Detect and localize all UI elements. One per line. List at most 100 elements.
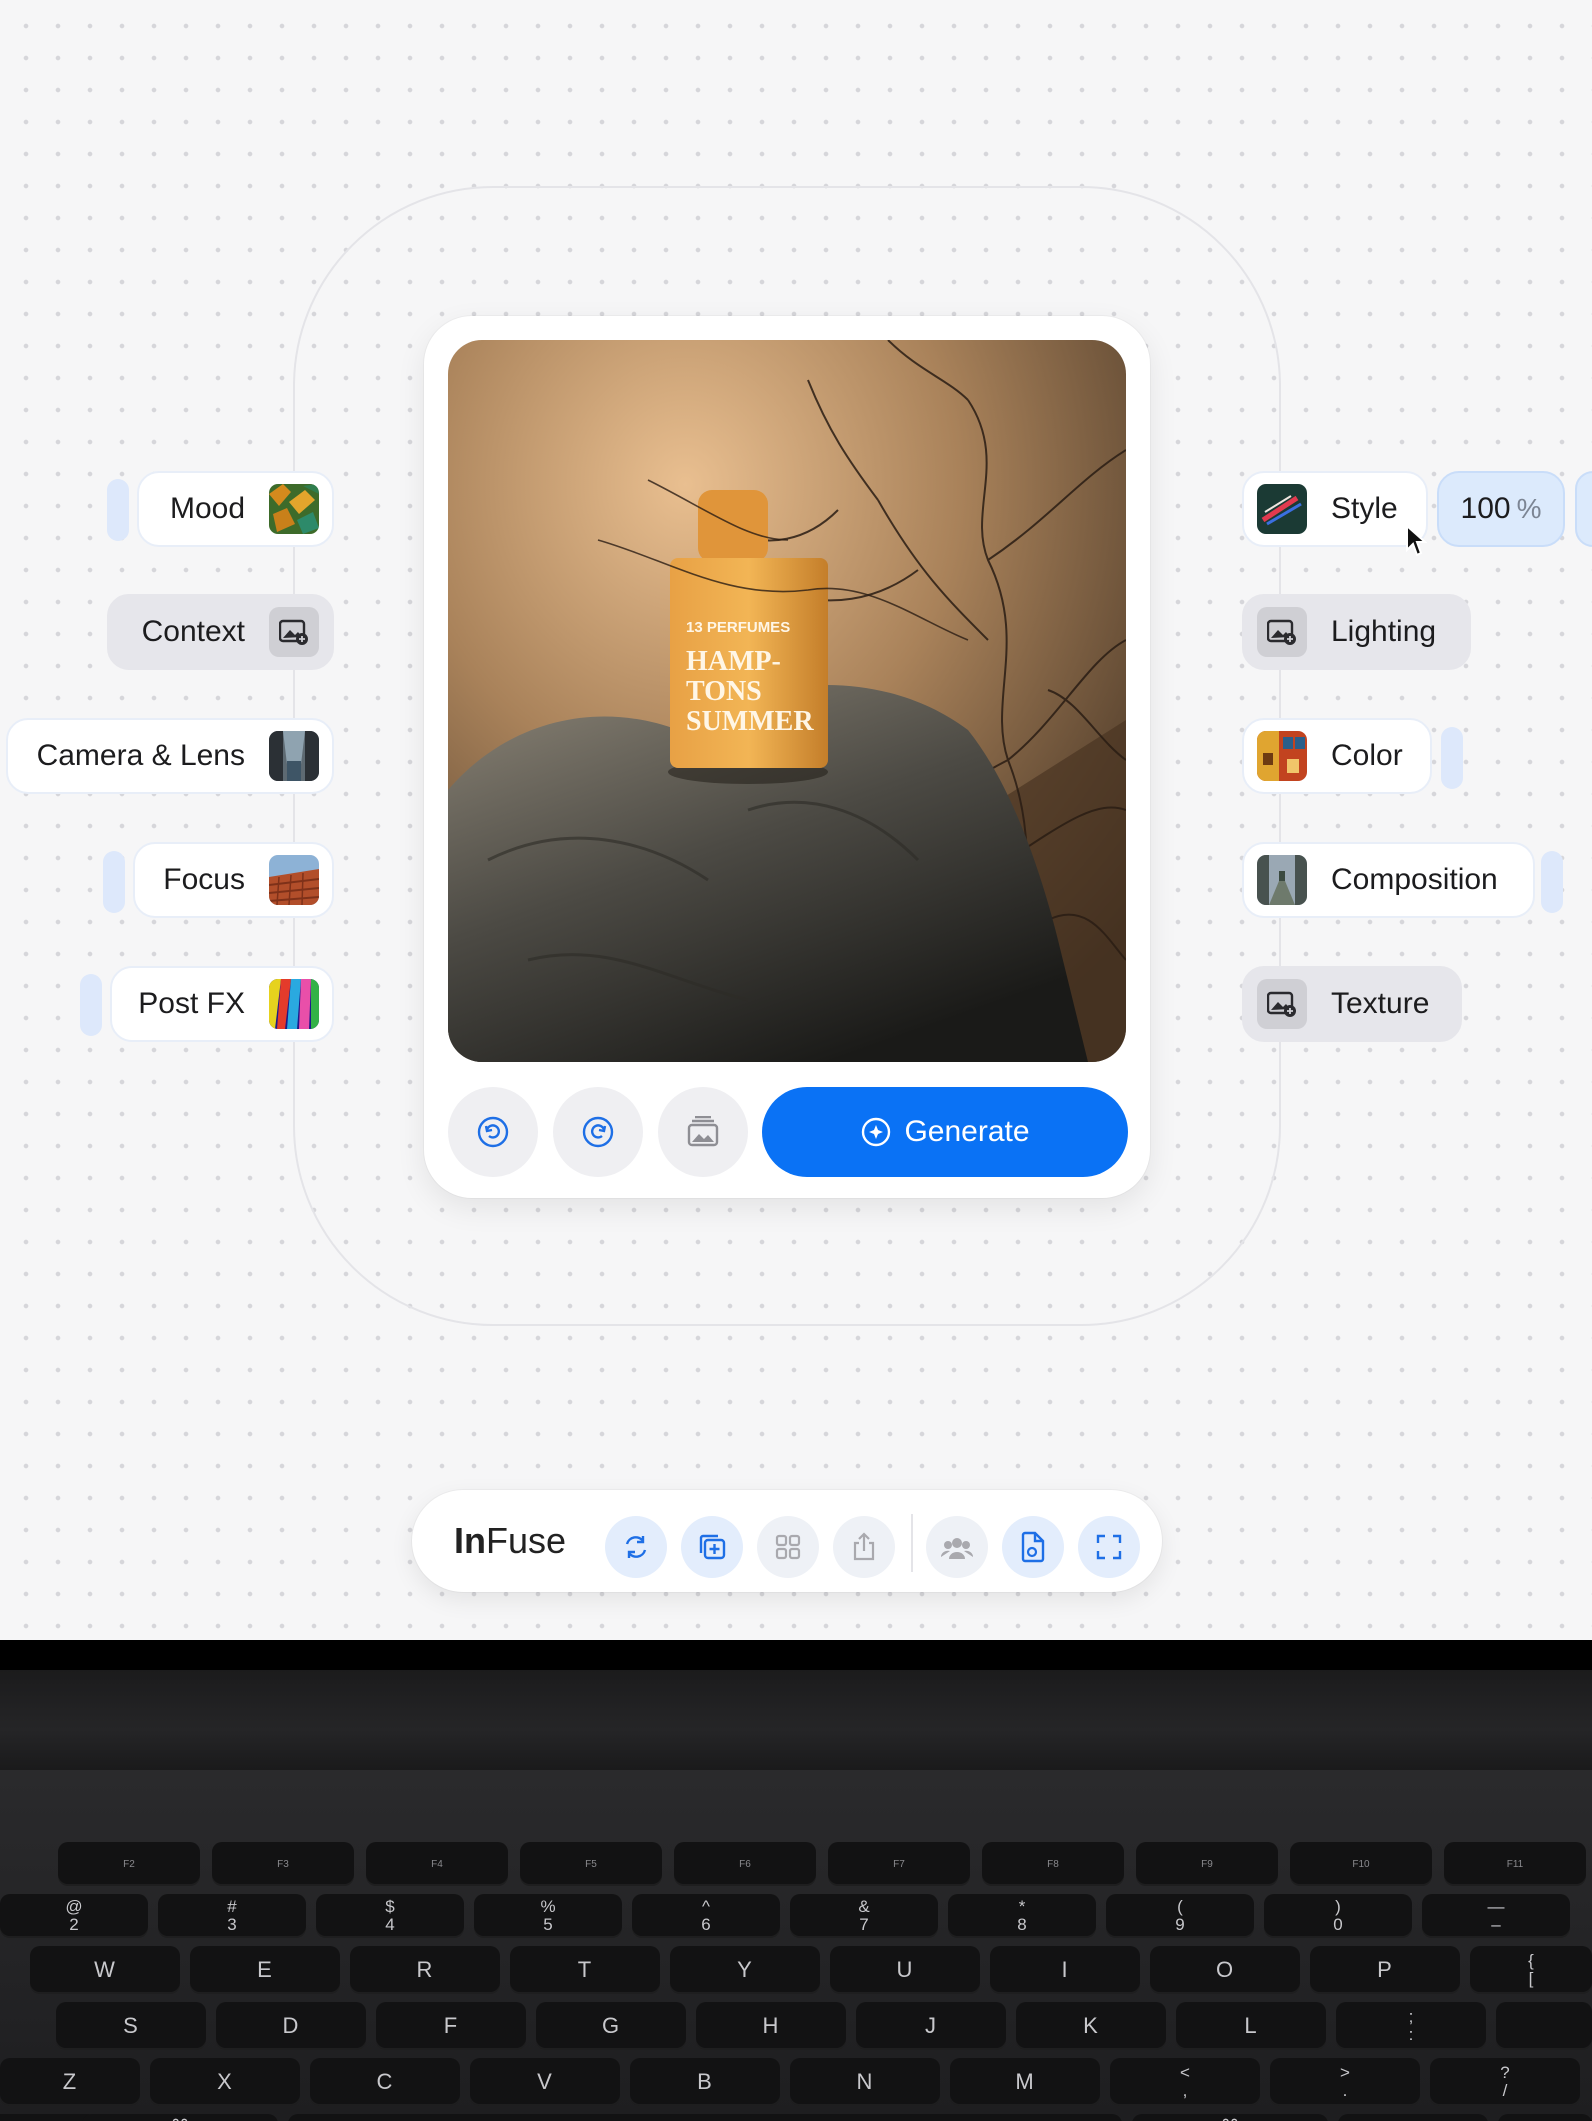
camera-lens-thumbnail <box>269 731 319 781</box>
key-r: R <box>350 1946 500 1994</box>
sync-button[interactable] <box>605 1516 667 1578</box>
composition-tab[interactable] <box>1541 851 1563 913</box>
key-semicolon: ;: <box>1336 2002 1486 2050</box>
key-m-label: M <box>1015 2069 1035 2094</box>
key-option-right: ⌥option <box>1338 2114 1488 2121</box>
laptop-keyboard: F2 F3 F4 F5 F6 F7 F8 F9 F10 F11 @2 #3 $4… <box>0 1640 1592 2121</box>
mood-thumbnail <box>269 484 319 534</box>
control-lighting[interactable]: Lighting <box>1242 594 1471 670</box>
key-c: C <box>310 2058 460 2106</box>
style-strength-stepper[interactable] <box>1575 471 1592 547</box>
style-strength-unit: % <box>1516 493 1542 524</box>
key-8-shift: * <box>1018 1897 1026 1916</box>
focus-tab[interactable] <box>103 851 125 913</box>
generation-card: 13 PERFUMES HAMP- TONS SUMMER Generate <box>424 316 1150 1198</box>
grid-button[interactable] <box>757 1516 819 1578</box>
key-f6-label: F6 <box>739 1858 751 1870</box>
control-context[interactable]: Context <box>107 594 334 670</box>
control-color[interactable]: Color <box>1242 718 1432 794</box>
key-5: % 5 <box>474 1894 622 1938</box>
key-2-main: 2 <box>69 1915 79 1934</box>
key-2: @2 <box>0 1894 148 1938</box>
key-f9: F9 <box>1136 1842 1278 1886</box>
key-f9-label: F9 <box>1201 1858 1213 1870</box>
key-f5-label: F5 <box>585 1858 597 1870</box>
sync-icon <box>625 1536 647 1558</box>
key-d: D <box>216 2002 366 2050</box>
key-r-label: R <box>416 1957 434 1982</box>
control-camera-lens[interactable]: Camera & Lens <box>6 718 334 794</box>
keyboard-deck: F2 F3 F4 F5 F6 F7 F8 F9 F10 F11 @2 #3 $4… <box>0 1770 1592 2121</box>
mood-tab[interactable] <box>107 479 129 541</box>
style-thumbnail <box>1257 484 1307 534</box>
key-f11: F11 <box>1444 1842 1586 1886</box>
undo-icon <box>477 1116 509 1148</box>
key-f7: F7 <box>828 1842 970 1886</box>
key-c-label: C <box>376 2069 394 2094</box>
key-minus-main: – <box>1491 1915 1501 1934</box>
key-6: ^ 6 <box>632 1894 780 1938</box>
key-f7-label: F7 <box>893 1858 905 1870</box>
toolbar-divider <box>911 1514 913 1572</box>
key-slash-shift: ? <box>1500 2063 1510 2082</box>
people-button[interactable] <box>926 1516 988 1578</box>
key-bracket: {[ <box>1470 1946 1592 1994</box>
fullscreen-button[interactable] <box>1078 1516 1140 1578</box>
app-toolbar: In Fuse <box>412 1490 1162 1592</box>
control-style[interactable]: Style <box>1242 471 1428 547</box>
control-style-label: Style <box>1331 492 1398 525</box>
mouse-pointer-icon <box>1406 524 1427 557</box>
control-focus[interactable]: Focus <box>133 842 334 918</box>
document-settings-icon <box>1021 1531 1045 1563</box>
key-z-label: Z <box>62 2069 78 2094</box>
undo-button[interactable] <box>448 1087 538 1177</box>
bottle-brand: 13 PERFUMES <box>686 619 790 636</box>
control-mood[interactable]: Mood <box>137 471 334 547</box>
people-icon <box>941 1538 973 1559</box>
generate-button[interactable]: Generate <box>762 1087 1128 1177</box>
control-color-label: Color <box>1331 739 1403 772</box>
key-slash-main: / <box>1502 2081 1508 2100</box>
key-h-label: H <box>762 2013 780 2038</box>
key-x-label: X <box>217 2069 233 2094</box>
key-k: K <box>1016 2002 1166 2050</box>
add-image-icon[interactable] <box>269 607 319 657</box>
post-fx-tab[interactable] <box>80 974 102 1036</box>
grid-icon <box>775 1534 801 1560</box>
key-bracket-shift: { <box>1528 1951 1534 1970</box>
key-9-main: 9 <box>1175 1915 1185 1934</box>
generated-image[interactable]: 13 PERFUMES HAMP- TONS SUMMER <box>448 340 1126 1062</box>
key-s: S <box>56 2002 206 2050</box>
key-f11-label: F11 <box>1506 1858 1524 1870</box>
redo-button[interactable] <box>553 1087 643 1177</box>
key-f6: F6 <box>674 1842 816 1886</box>
add-layer-icon <box>699 1534 726 1560</box>
key-comma-main: , <box>1182 2081 1188 2100</box>
control-post-fx[interactable]: Post FX <box>110 966 334 1042</box>
color-tab[interactable] <box>1441 727 1463 789</box>
key-v-label: V <box>537 2069 553 2094</box>
add-image-icon[interactable] <box>1257 979 1307 1029</box>
add-image-icon[interactable] <box>1257 607 1307 657</box>
key-5-shift: % <box>540 1897 556 1916</box>
sparkle-icon <box>862 1117 891 1147</box>
add-layer-button[interactable] <box>681 1516 743 1578</box>
key-t: T <box>510 1946 660 1994</box>
key-2-shift: @ <box>65 1897 83 1916</box>
gallery-button[interactable] <box>658 1087 748 1177</box>
key-n: N <box>790 2058 940 2106</box>
control-composition[interactable]: Composition <box>1242 842 1535 918</box>
key-p: P <box>1310 1946 1460 1994</box>
document-settings-button[interactable] <box>1002 1516 1064 1578</box>
key-o: O <box>1150 1946 1300 1994</box>
control-texture-label: Texture <box>1331 987 1430 1020</box>
key-u: U <box>830 1946 980 1994</box>
control-texture[interactable]: Texture <box>1242 966 1462 1042</box>
share-button[interactable] <box>833 1516 895 1578</box>
key-m: M <box>950 2058 1100 2106</box>
key-4-main: 4 <box>385 1915 395 1934</box>
style-strength-input[interactable]: 100 % <box>1437 471 1565 547</box>
key-g-label: G <box>601 2013 621 2038</box>
share-icon <box>853 1532 875 1561</box>
key-f2: F2 <box>58 1842 200 1886</box>
